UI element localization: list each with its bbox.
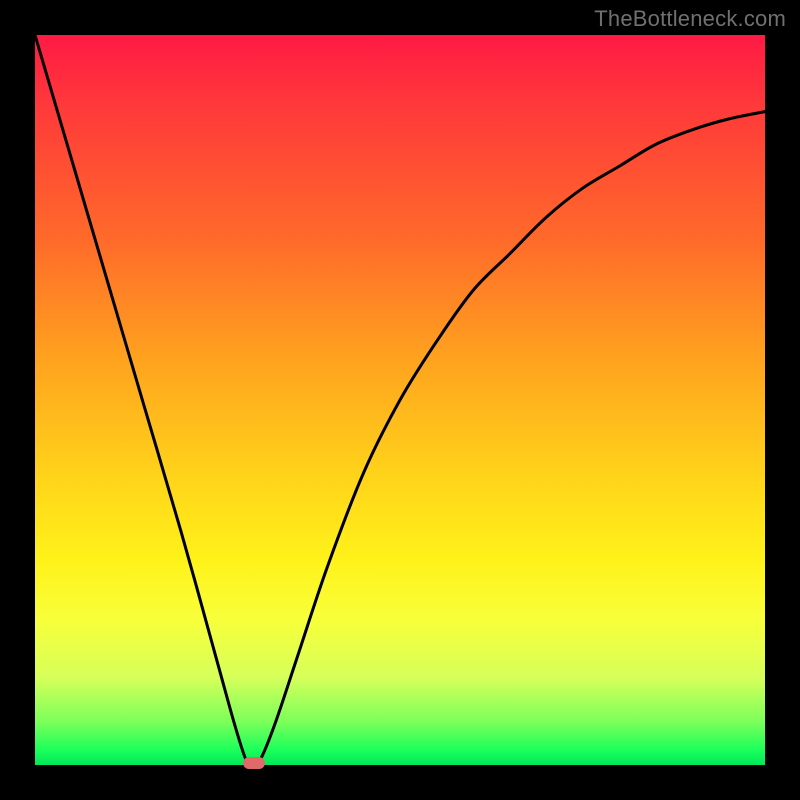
minimum-marker (243, 757, 265, 769)
watermark-text: TheBottleneck.com (594, 6, 786, 32)
chart-frame: TheBottleneck.com (0, 0, 800, 800)
curve-svg (35, 35, 765, 765)
plot-area (35, 35, 765, 765)
bottleneck-curve-path (35, 35, 765, 765)
